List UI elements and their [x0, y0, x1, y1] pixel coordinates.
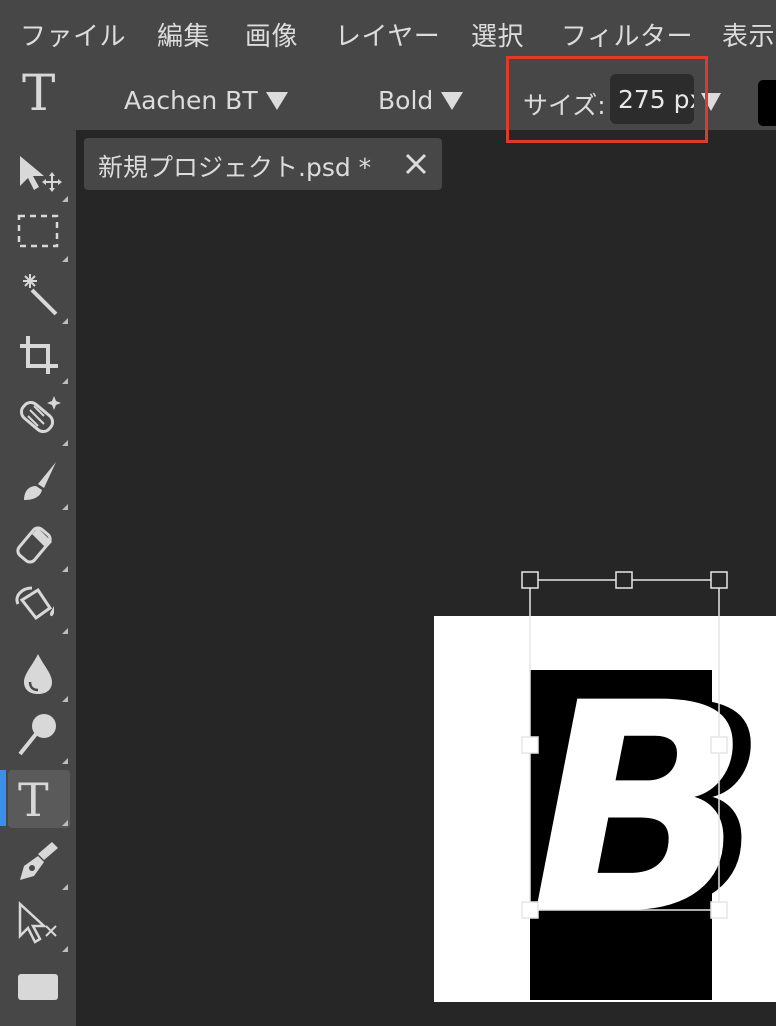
- document-tab[interactable]: 新規プロジェクト.psd *: [84, 138, 442, 190]
- chevron-down-icon: [265, 92, 288, 110]
- eraser-icon: [16, 526, 52, 564]
- tool-flyout-indicator: [62, 440, 68, 446]
- magic-wand-icon: [23, 274, 58, 316]
- menu-view[interactable]: 表示: [722, 16, 775, 53]
- document-canvas[interactable]: [434, 616, 776, 1002]
- crop-icon: [20, 336, 58, 374]
- type-tool-button[interactable]: T: [8, 770, 70, 828]
- tool-flyout-indicator: [62, 628, 68, 634]
- tool-flyout-indicator: [62, 696, 68, 702]
- blur-tool-button[interactable]: [8, 646, 70, 704]
- tool-flyout-indicator: [62, 566, 68, 572]
- droplet-icon: [24, 654, 52, 694]
- move-icon: [20, 156, 62, 192]
- brush-tool-button[interactable]: [8, 454, 70, 512]
- tool-flyout-indicator: [62, 256, 68, 262]
- tool-flyout-indicator: [62, 946, 68, 952]
- tool-flyout-indicator: [62, 758, 68, 764]
- tool-flyout-indicator: [62, 318, 68, 324]
- tool-panel: T: [0, 130, 76, 1026]
- shape-tool-button[interactable]: [8, 962, 70, 1020]
- crop-tool-button[interactable]: [8, 328, 70, 386]
- menu-layer[interactable]: レイヤー: [335, 16, 440, 53]
- dodge-icon: [18, 714, 56, 756]
- menu-filter[interactable]: フィルター: [561, 16, 693, 53]
- tool-flyout-indicator: [62, 820, 68, 826]
- tool-flyout-indicator: [62, 378, 68, 384]
- eraser-tool-button[interactable]: [8, 516, 70, 574]
- tool-flyout-indicator: [62, 884, 68, 890]
- transform-handle[interactable]: [521, 571, 539, 589]
- tool-flyout-indicator: [62, 504, 68, 510]
- menu-edit[interactable]: 編集: [157, 16, 210, 53]
- tool-flyout-indicator: [62, 196, 68, 202]
- pen-tool-button[interactable]: [8, 834, 70, 892]
- type-tool-icon: T: [22, 68, 56, 122]
- paint-bucket-tool-button[interactable]: [8, 578, 70, 636]
- rectangle-icon: [18, 974, 58, 1000]
- active-tool-indicator: [0, 770, 6, 826]
- document-tab-title: 新規プロジェクト.psd *: [98, 153, 372, 182]
- menu-file[interactable]: ファイル: [20, 16, 126, 53]
- pen-icon: [20, 842, 58, 880]
- transform-handle[interactable]: [710, 571, 728, 589]
- close-icon[interactable]: [402, 150, 430, 178]
- magic-wand-tool-button[interactable]: [8, 268, 70, 326]
- font-style-dropdown[interactable]: Bold: [378, 86, 464, 115]
- bandage-icon: [19, 396, 61, 434]
- marquee-icon: [17, 214, 59, 248]
- menu-image[interactable]: 画像: [245, 16, 298, 53]
- marquee-tool-button[interactable]: [8, 206, 70, 264]
- brush-icon: [24, 462, 56, 500]
- menu-select[interactable]: 選択: [471, 16, 524, 53]
- chevron-down-icon: [441, 92, 464, 110]
- direct-select-icon: [18, 901, 57, 944]
- move-tool-button[interactable]: [8, 146, 70, 204]
- text-color-swatch[interactable]: [758, 80, 776, 126]
- direct-select-tool-button[interactable]: [8, 896, 70, 954]
- font-family-value: Aachen BT: [124, 86, 258, 115]
- dodge-tool-button[interactable]: [8, 708, 70, 766]
- healing-tool-button[interactable]: [8, 390, 70, 448]
- paint-bucket-icon: [15, 586, 54, 621]
- font-family-dropdown[interactable]: Aachen BT: [124, 86, 288, 115]
- transform-handle[interactable]: [615, 571, 633, 589]
- highlight-box: [506, 56, 708, 143]
- font-style-value: Bold: [378, 86, 434, 115]
- type-icon: T: [18, 773, 49, 827]
- svg-text:T: T: [18, 773, 49, 827]
